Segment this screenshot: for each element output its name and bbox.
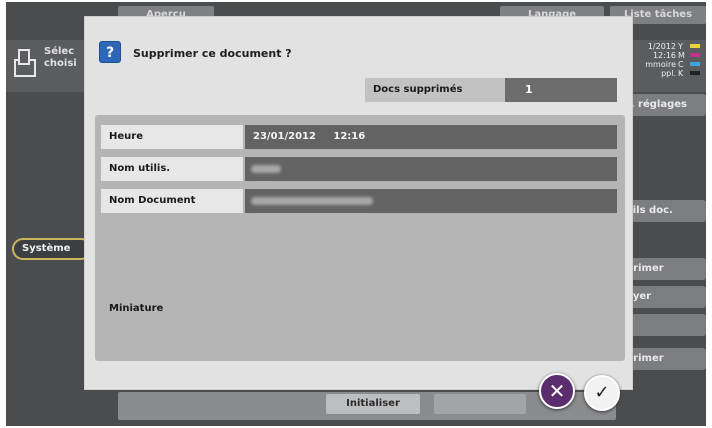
select-label-line1: Sélec — [44, 46, 75, 57]
toner-y: Y — [678, 42, 683, 51]
dialog-title: Supprimer ce document ? — [133, 47, 292, 60]
deleted-docs-label: Docs supprimés — [365, 78, 505, 102]
initialiser-button[interactable]: Initialiser — [326, 394, 420, 414]
status-panel: 1/2012 12:16 mmoire ppl. Y M C K — [630, 42, 706, 90]
document-name-value — [245, 189, 617, 213]
toner-bar-y — [690, 44, 700, 48]
status-text: 1/2012 12:16 mmoire ppl. — [630, 42, 676, 78]
toner-m: M — [678, 51, 685, 60]
status-ppl: ppl. — [661, 69, 676, 78]
document-info-panel: Heure 23/01/2012 12:16 Nom utilis. Nom D… — [95, 115, 625, 361]
toner-c: C — [678, 60, 684, 69]
help-icon[interactable]: ? — [99, 41, 121, 63]
redacted-document-name — [251, 197, 373, 205]
heure-label: Heure — [101, 125, 243, 149]
status-memory: mmoire — [645, 60, 676, 69]
toner-bars — [690, 44, 700, 80]
toner-k: K — [678, 69, 684, 78]
toner-letters: Y M C K — [678, 42, 688, 78]
user-name-label: Nom utilis. — [101, 157, 243, 181]
systeme-button[interactable]: Système — [12, 238, 92, 260]
heure-value: 23/01/2012 12:16 — [245, 125, 617, 149]
status-date: 1/2012 — [647, 42, 676, 51]
toner-bar-k — [690, 71, 700, 75]
status-time: 12:16 — [652, 51, 676, 60]
document-name-label: Nom Document — [101, 189, 243, 213]
confirm-button[interactable]: ✓ — [584, 375, 620, 411]
user-name-value — [245, 157, 617, 181]
miniature-label: Miniature — [109, 303, 164, 314]
redacted-user-name — [251, 165, 281, 173]
cancel-button[interactable]: ✕ — [539, 373, 575, 409]
toner-bar-c — [690, 62, 700, 66]
document-icon — [14, 49, 36, 77]
bottom-secondary-button[interactable] — [434, 394, 526, 414]
select-label: Sélec choisi — [44, 46, 84, 70]
delete-dialog: ? Supprimer ce document ? Docs supprimés… — [84, 16, 633, 390]
toner-bar-m — [690, 53, 700, 57]
select-label-line2: choisi — [44, 58, 77, 69]
deleted-docs-value: 1 — [505, 78, 617, 102]
